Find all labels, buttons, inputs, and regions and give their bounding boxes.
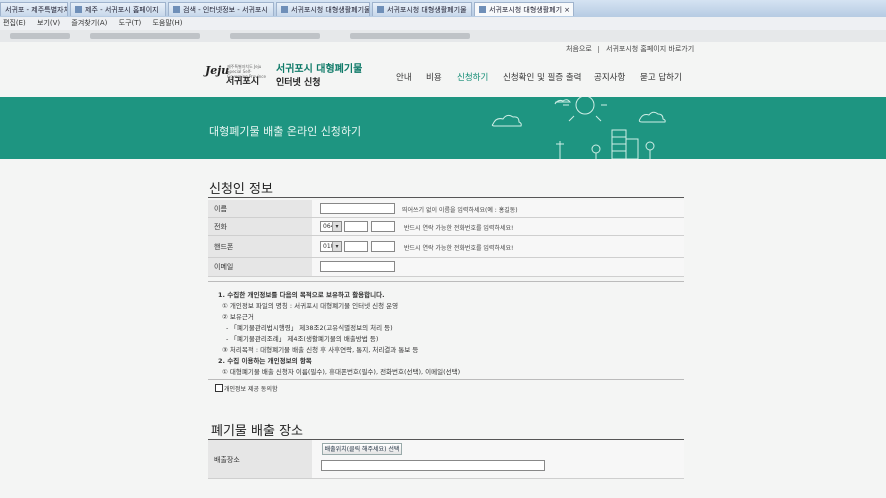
- phone-area-select[interactable]: 064 ▾: [320, 221, 342, 232]
- privacy-consent-checkbox[interactable]: [215, 384, 223, 392]
- field-row-email: 이메일: [208, 258, 684, 277]
- privacy-consent-label[interactable]: 개인정보 제공 동의함: [224, 384, 278, 393]
- web-page: 처음으로 서귀포시청 홈페이지 바로가기 Jeju 제주특별자치도 Jeju S…: [0, 42, 886, 498]
- menu-item-tools[interactable]: 도구(T): [119, 19, 142, 27]
- mobile-last-input[interactable]: [371, 241, 395, 252]
- section-title-location: 폐기물 배출 장소: [211, 424, 303, 439]
- privacy-line: ③ 처리목적 : 대형폐기물 배출 신청 후 사후연락, 통지, 처리결과 통보…: [222, 346, 419, 354]
- browser-tab[interactable]: 서귀포시청 대형생활폐기물: [372, 2, 472, 16]
- field-row-mobile: 핸드폰 010 ▾ 반드시 연락 가능한 전화번호를 입력하세요!: [208, 236, 684, 258]
- site-logo[interactable]: Jeju 제주특별자치도 Jeju Special Self-Governing…: [205, 62, 266, 87]
- page-icon: [377, 6, 384, 13]
- logo-city-name: 서귀포시: [226, 77, 260, 87]
- nav-item-cost[interactable]: 비용: [426, 71, 442, 83]
- city-homepage-link[interactable]: 서귀포시청 홈페이지 바로가기: [606, 44, 694, 54]
- field-hint: 반드시 연락 가능한 전화번호를 입력하세요!: [404, 245, 514, 252]
- bookmarks-bar: [0, 30, 886, 42]
- site-title-line1: 서귀포시 대형폐기물: [276, 64, 363, 75]
- menu-item-edit[interactable]: 편집(E): [3, 19, 26, 27]
- menu-item-view[interactable]: 보기(V): [37, 19, 60, 27]
- field-label-cell: 배출장소: [208, 440, 312, 478]
- city-illustration: [491, 97, 666, 159]
- nav-item-apply[interactable]: 신청하기: [457, 71, 488, 83]
- browser-tab[interactable]: 서귀포시청 대형생활폐기물: [276, 2, 370, 16]
- privacy-line: 1. 수집한 개인정보를 다음의 목적으로 보유하고 활용합니다.: [218, 291, 385, 299]
- field-label-cell: 전화: [208, 218, 312, 235]
- divider: [598, 46, 599, 53]
- field-hint: 띄어쓰기 없이 이름을 입력하세요(예 : 홍길동): [402, 207, 518, 214]
- browser-tab[interactable]: 제주 - 서귀포시 홈페이지: [70, 2, 166, 16]
- field-label: 이름: [214, 205, 227, 213]
- page-icon: [281, 6, 288, 13]
- home-link[interactable]: 처음으로: [566, 44, 592, 54]
- browser-tab-bar: 서귀포 - 제주특별자치도 제주 - 서귀포시 홈페이지 검색 - 인터넷정보 …: [0, 0, 886, 18]
- mobile-middle-input[interactable]: [344, 241, 368, 252]
- browser-menu-bar: 편집(E) 보기(V) 즐겨찾기(A) 도구(T) 도움말(H): [0, 17, 886, 31]
- name-input[interactable]: [320, 203, 395, 214]
- field-label: 배출장소: [214, 456, 240, 464]
- page-icon: [173, 6, 180, 13]
- phone-middle-input[interactable]: [344, 221, 368, 232]
- field-label: 전화: [214, 223, 227, 231]
- privacy-line: - 「폐기물관리법시행령」 제38조2(고유식별정보의 처리 등): [226, 324, 393, 332]
- blurred-content: [230, 33, 320, 39]
- browser-tab-active[interactable]: 서귀포시청 대형생활폐기 ×: [474, 2, 574, 16]
- phone-last-input[interactable]: [371, 221, 395, 232]
- blurred-content: [90, 33, 200, 39]
- privacy-line: ① 대형폐기물 배출 신청자 이름(필수), 휴대폰번호(필수), 전화번호(선…: [222, 368, 461, 376]
- privacy-line: ② 보유근거: [222, 313, 254, 321]
- field-label-cell: 핸드폰: [208, 236, 312, 257]
- hero-banner: 대형폐기물 배출 온라인 신청하기: [0, 97, 886, 159]
- location-address-input[interactable]: [321, 460, 545, 471]
- privacy-line: ① 개인정보 파일의 명칭 : 서귀포시 대형폐기물 인터넷 신청 운영: [222, 302, 399, 310]
- divider: [208, 197, 684, 198]
- close-tab-icon[interactable]: ×: [564, 3, 570, 16]
- field-label: 이메일: [214, 263, 234, 271]
- nav-item-notice[interactable]: 공지사항: [594, 71, 625, 83]
- field-row-name: 이름 띄어쓰기 없이 이름을 입력하세요(예 : 홍길동): [208, 200, 684, 218]
- field-row-phone: 전화 064 ▾ 반드시 연락 가능한 전화번호를 입력하세요!: [208, 218, 684, 236]
- page-icon: [75, 6, 82, 13]
- blurred-content: [10, 33, 70, 39]
- privacy-line: - 「폐기물관리조례」 제4조(생활폐기물의 배출방법 등): [226, 335, 379, 343]
- nav-item-qna[interactable]: 묻고 답하기: [640, 71, 682, 83]
- field-label: 핸드폰: [214, 243, 234, 251]
- nav-item-check-print[interactable]: 신청확인 및 필증 출력: [503, 71, 582, 83]
- chevron-down-icon: ▾: [332, 242, 341, 251]
- email-input[interactable]: [320, 261, 395, 272]
- chevron-down-icon: ▾: [332, 222, 341, 231]
- menu-item-help[interactable]: 도움말(H): [152, 19, 182, 27]
- blurred-content: [350, 33, 470, 39]
- site-title-line2: 인터넷 신청: [276, 78, 321, 88]
- field-hint: 반드시 연락 가능한 전화번호를 입력하세요!: [404, 225, 514, 232]
- menu-item-favorites[interactable]: 즐겨찾기(A): [71, 19, 107, 27]
- field-label-cell: 이름: [208, 200, 312, 217]
- mobile-prefix-select[interactable]: 010 ▾: [320, 241, 342, 252]
- select-location-button[interactable]: 배출위치(클릭 해주세요) 선택: [322, 443, 402, 455]
- browser-tab[interactable]: 서귀포 - 제주특별자치도: [0, 2, 68, 16]
- nav-item-guide[interactable]: 안내: [396, 71, 412, 83]
- browser-tab[interactable]: 검색 - 인터넷정보 - 서귀포시: [168, 2, 274, 16]
- section-title-applicant: 신청인 정보: [209, 182, 273, 197]
- field-label-cell: 이메일: [208, 258, 312, 276]
- page-icon: [479, 6, 486, 13]
- privacy-line: 2. 수집 이용하는 개인정보의 항목: [218, 357, 312, 365]
